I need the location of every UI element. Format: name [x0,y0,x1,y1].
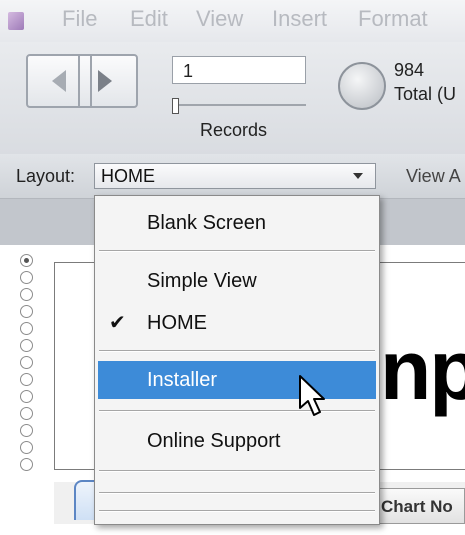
radio-option[interactable] [20,356,33,369]
menu-format[interactable]: Format [358,6,428,32]
layout-label: Layout: [16,166,76,186]
layout-dropdown-menu: Blank Screen Simple View ✔ HOME Installe… [94,195,380,525]
pie-chart-icon [338,62,386,110]
book-spine-icon [78,54,92,106]
dropdown-item-label: HOME [147,312,207,334]
mouse-pointer-icon [299,375,325,416]
view-as-label: View A [406,166,461,186]
layout-select-value: HOME [101,166,155,186]
radio-option[interactable] [20,339,33,352]
menu-file[interactable]: File [62,6,97,32]
menu-view[interactable]: View [196,6,243,32]
dropdown-item-label: Blank Screen [147,212,266,234]
radio-option[interactable] [20,390,33,403]
dropdown-item-label: Installer [147,369,218,391]
menu-separator [99,410,375,412]
dropdown-item-online-support[interactable]: Online Support [95,422,379,460]
radio-option[interactable] [20,271,33,284]
record-slider[interactable] [172,98,306,114]
menu-separator [99,350,375,352]
total-record-count: 984 [394,60,425,80]
tab-chart-label: Chart No [381,497,453,516]
radio-option[interactable] [20,288,33,301]
menu-separator [99,510,375,512]
current-record-input[interactable]: 1 [172,56,306,84]
radio-option[interactable] [20,254,33,267]
total-label: Total (U [394,84,457,104]
radio-option[interactable] [20,424,33,437]
dropdown-item-installer[interactable]: Installer [98,361,376,399]
menu-insert[interactable]: Insert [272,6,327,32]
record-book-navigator[interactable] [26,54,138,108]
radio-option[interactable] [20,305,33,318]
menu-bar: File Edit View Insert Format [0,0,465,42]
layout-bar: Layout: HOME View A [0,154,465,199]
radio-option[interactable] [20,322,33,335]
radio-option[interactable] [20,441,33,454]
status-toolbar: 1 Records 984 Total (U [0,42,465,155]
records-label: Records [200,120,268,140]
filemaker-window: File Edit View Insert Format 1 Records 9… [0,0,465,535]
dropdown-item-home[interactable]: ✔ HOME [95,304,379,342]
menu-separator [99,492,375,494]
radio-option[interactable] [20,458,33,471]
checkmark-icon: ✔ [109,312,126,334]
dropdown-item-blank-screen[interactable]: Blank Screen [95,204,379,242]
slider-thumb[interactable] [172,98,179,114]
menu-edit[interactable]: Edit [130,6,168,32]
previous-record-icon[interactable] [52,70,66,92]
slider-track [172,104,306,106]
dropdown-item-label: Simple View [147,270,257,292]
dropdown-item-label: Online Support [147,430,281,452]
chevron-down-icon [353,173,363,179]
menu-separator [99,470,375,472]
next-record-icon[interactable] [98,70,112,92]
layout-select[interactable]: HOME [94,163,376,189]
radio-option[interactable] [20,407,33,420]
tab-chart[interactable]: Chart No [372,488,465,524]
app-icon [8,12,24,30]
canvas-heading-text: np [380,323,465,417]
radio-option[interactable] [20,373,33,386]
menu-separator [99,250,375,252]
dropdown-item-simple-view[interactable]: Simple View [95,262,379,300]
